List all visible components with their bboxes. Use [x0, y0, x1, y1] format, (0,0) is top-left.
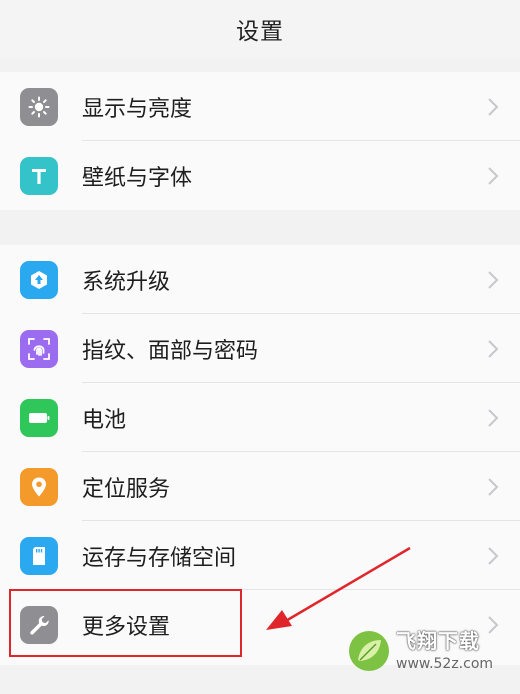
title-bar: 设置 — [0, 0, 520, 58]
chevron-right-icon — [488, 270, 499, 289]
settings-item-battery[interactable]: 电池 — [0, 383, 520, 452]
settings-item-system-update[interactable]: 系统升级 — [0, 245, 520, 314]
settings-item-label: 运存与存储空间 — [82, 545, 237, 571]
watermark-url: www.52z.com — [396, 656, 494, 672]
location-icon — [20, 467, 58, 506]
chevron-right-icon — [488, 546, 499, 565]
storage-icon — [20, 536, 58, 575]
chevron-right-icon — [488, 97, 499, 116]
highlight-box — [9, 589, 242, 657]
settings-item-label: 定位服务 — [82, 476, 171, 502]
settings-item-label: 系统升级 — [82, 269, 171, 295]
page-title: 设置 — [236, 19, 284, 45]
battery-icon — [20, 398, 58, 437]
settings-item-fingerprint-face-password[interactable]: 指纹、面部与密码 — [0, 314, 520, 383]
settings-item-location-services[interactable]: 定位服务 — [0, 452, 520, 521]
font-icon — [20, 156, 58, 195]
settings-item-label: 壁纸与字体 — [82, 165, 193, 191]
settings-item-wallpaper-font[interactable]: 壁纸与字体 — [0, 141, 520, 210]
settings-item-memory-storage[interactable]: 运存与存储空间 — [0, 521, 520, 590]
leaf-logo-icon — [349, 631, 389, 671]
settings-item-label: 电池 — [82, 407, 127, 433]
brightness-icon — [20, 87, 58, 126]
settings-item-label: 显示与亮度 — [82, 96, 193, 122]
chevron-right-icon — [488, 166, 499, 185]
fingerprint-icon — [20, 329, 58, 368]
system-update-icon — [20, 260, 58, 299]
settings-item-display-brightness[interactable]: 显示与亮度 — [0, 72, 520, 141]
watermark-name: 飞翔下载 — [396, 629, 480, 653]
chevron-right-icon — [488, 339, 499, 358]
chevron-right-icon — [488, 408, 499, 427]
settings-group-display: 显示与亮度 壁纸与字体 — [0, 72, 520, 210]
settings-item-label: 指纹、面部与密码 — [82, 338, 259, 364]
watermark: 飞翔下载 www.52z.com — [348, 630, 493, 672]
chevron-right-icon — [488, 477, 499, 496]
